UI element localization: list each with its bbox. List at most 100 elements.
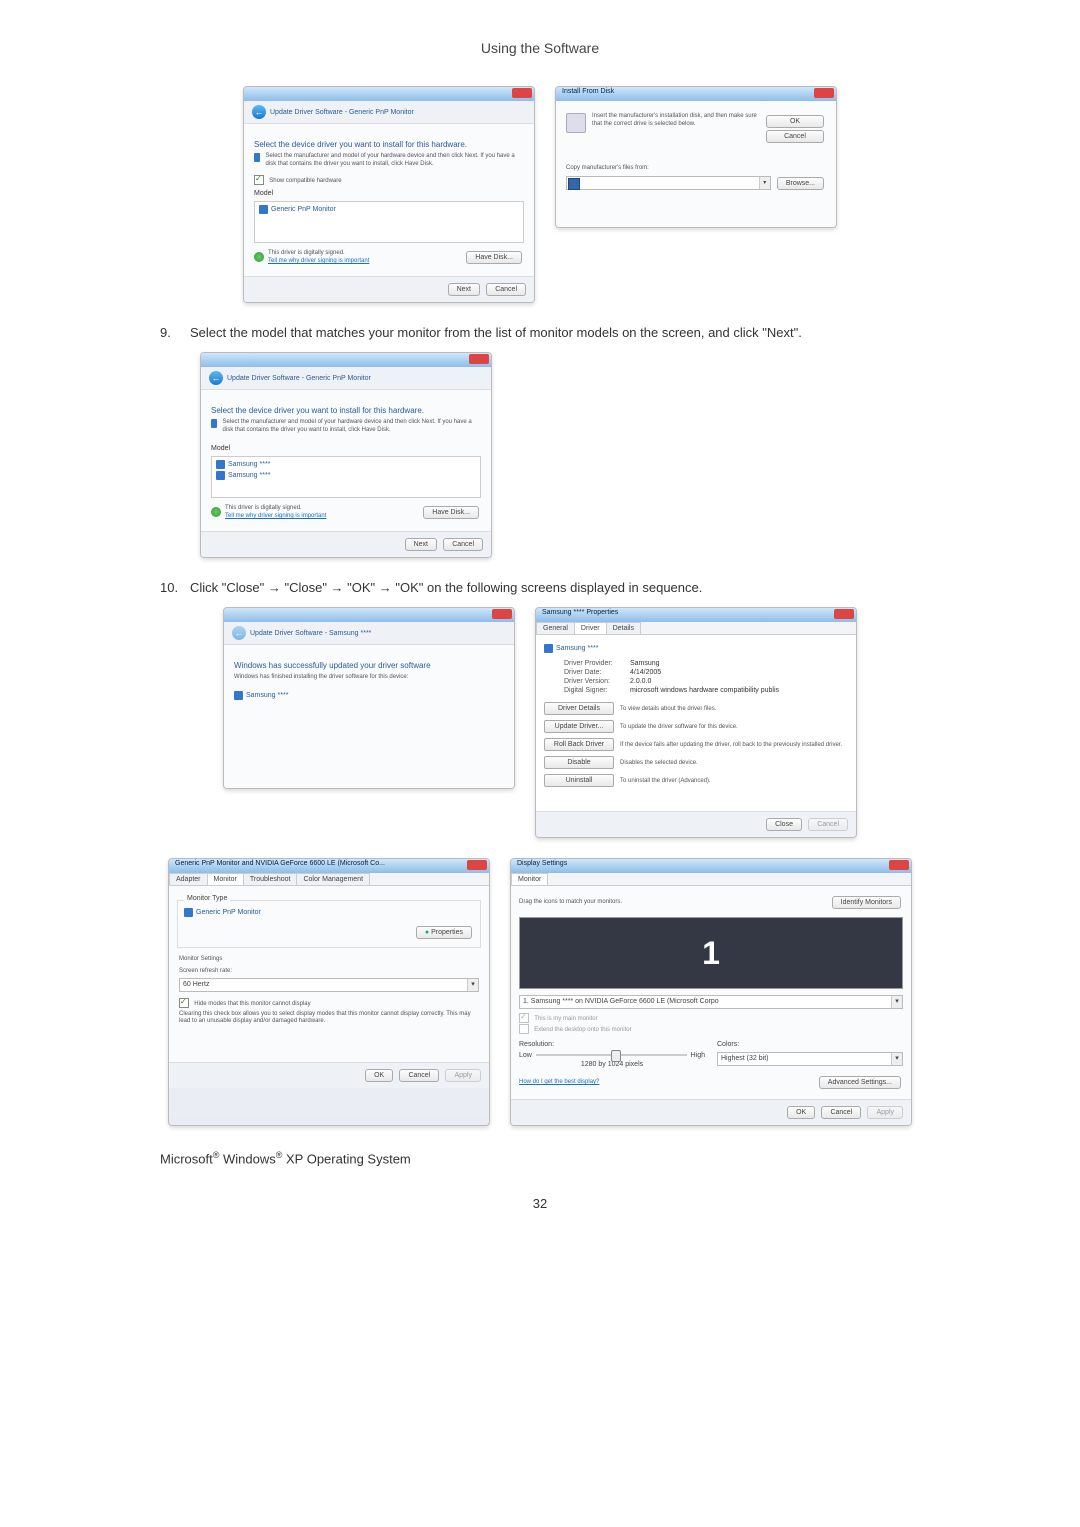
close-button[interactable]: Close — [766, 818, 802, 831]
monitor-preview[interactable]: 1 — [519, 917, 903, 989]
group-title: Monitor Type — [184, 895, 230, 902]
next-button[interactable]: Next — [448, 283, 480, 296]
have-disk-button[interactable]: Have Disk... — [423, 506, 479, 519]
dropdown-icon[interactable]: ▾ — [891, 996, 902, 1008]
cancel-button[interactable]: Cancel — [766, 130, 824, 143]
browse-button[interactable]: Browse... — [777, 177, 824, 190]
resolution-slider[interactable] — [536, 1054, 687, 1056]
slider-thumb[interactable] — [611, 1050, 621, 1062]
back-icon[interactable]: ← — [252, 105, 266, 119]
best-display-link[interactable]: How do I get the best display? — [519, 1079, 599, 1085]
disable-button[interactable]: Disable — [544, 756, 614, 769]
monitor-icon — [544, 644, 553, 653]
titlebar — [224, 608, 514, 622]
dropdown-icon[interactable]: ▾ — [759, 177, 770, 189]
device-row: Samsung **** — [544, 643, 848, 654]
monitor-icon — [234, 691, 243, 700]
compatible-checkbox[interactable] — [254, 175, 264, 185]
tab-adapter[interactable]: Adapter — [169, 873, 208, 885]
ok-button[interactable]: OK — [365, 1069, 393, 1082]
model-list[interactable]: Generic PnP Monitor — [254, 201, 524, 243]
tab-troubleshoot[interactable]: Troubleshoot — [243, 873, 298, 885]
screenshot-row-1: ← Update Driver Software - Generic PnP M… — [60, 86, 1020, 303]
page-number: 32 — [60, 1196, 1020, 1211]
monitor-icon — [216, 460, 225, 469]
screenshot-row-2: ← Update Driver Software - Generic PnP M… — [200, 352, 1020, 558]
close-icon[interactable] — [834, 609, 854, 619]
refresh-label: Screen refresh rate: — [179, 968, 479, 976]
identify-button[interactable]: Identify Monitors — [832, 896, 901, 909]
cancel-button[interactable]: Cancel — [486, 283, 526, 296]
apply-button: Apply — [445, 1069, 481, 1082]
titlebar — [201, 353, 491, 367]
step-text: Select the model that matches your monit… — [190, 323, 1020, 343]
signed-text: This driver is digitally signed. — [268, 250, 369, 258]
model-list[interactable]: Samsung **** Samsung **** — [211, 456, 481, 498]
resolution-label: Resolution: — [519, 1041, 705, 1048]
hint-text: Select the manufacturer and model of you… — [266, 153, 524, 169]
monitor-select[interactable]: 1. Samsung **** on NVIDIA GeForce 6600 L… — [519, 995, 903, 1009]
dropdown-icon[interactable]: ▾ — [891, 1053, 902, 1065]
tab-monitor[interactable]: Monitor — [511, 873, 548, 885]
signed-text: This driver is digitally signed. — [225, 505, 326, 513]
titlebar: Generic PnP Monitor and NVIDIA GeForce 6… — [169, 859, 489, 873]
back-icon[interactable]: ← — [209, 371, 223, 385]
update-driver-button[interactable]: Update Driver... — [544, 720, 614, 733]
window-title: Samsung **** Properties — [542, 609, 618, 616]
btn-desc: If the device fails after updating the d… — [620, 742, 848, 748]
hide-modes-checkbox[interactable] — [179, 998, 189, 1008]
tab-general[interactable]: General — [536, 622, 575, 634]
titlebar: Samsung **** Properties — [536, 608, 856, 622]
close-icon[interactable] — [889, 860, 909, 870]
compatible-label: Show compatible hardware — [269, 178, 341, 184]
close-icon[interactable] — [492, 609, 512, 619]
cancel-button[interactable]: Cancel — [399, 1069, 439, 1082]
shield-icon — [254, 252, 264, 262]
dropdown-icon[interactable]: ▾ — [467, 979, 478, 991]
colors-select[interactable]: Highest (32 bit)▾ — [717, 1052, 903, 1066]
cancel-button[interactable]: Cancel — [821, 1106, 861, 1119]
tab-color[interactable]: Color Management — [296, 873, 370, 885]
tab-monitor[interactable]: Monitor — [207, 873, 244, 885]
ok-button[interactable]: OK — [787, 1106, 815, 1119]
have-disk-button[interactable]: Have Disk... — [466, 251, 522, 264]
step-text: Click "Close" → "Close" → "OK" → "OK" on… — [190, 578, 1020, 598]
model-item[interactable]: Samsung **** — [216, 459, 476, 470]
settings-title: Monitor Settings — [179, 956, 479, 964]
signing-link[interactable]: Tell me why driver signing is important — [225, 513, 326, 519]
tab-details[interactable]: Details — [606, 622, 641, 634]
monitor-settings-group: Monitor Settings Screen refresh rate: 60… — [177, 954, 481, 1028]
main-monitor-checkbox — [519, 1013, 529, 1023]
dialog-title: Select the device driver you want to ins… — [254, 140, 524, 149]
close-icon[interactable] — [467, 860, 487, 870]
hint-text: Select the manufacturer and model of you… — [223, 419, 481, 435]
dialog-select-driver-1: ← Update Driver Software - Generic PnP M… — [243, 86, 535, 303]
properties-button[interactable]: ● Properties — [416, 926, 472, 939]
drag-label: Drag the icons to match your monitors. — [519, 899, 622, 907]
tab-driver[interactable]: Driver — [574, 622, 607, 634]
uninstall-button[interactable]: Uninstall — [544, 774, 614, 787]
rollback-button[interactable]: Roll Back Driver — [544, 738, 614, 751]
floppy-icon — [568, 178, 580, 190]
prop-key: Driver Date: — [564, 669, 624, 676]
ok-button[interactable]: OK — [766, 115, 824, 128]
refresh-select[interactable]: 60 Hertz▾ — [179, 978, 479, 992]
next-button[interactable]: Next — [405, 538, 437, 551]
model-item[interactable]: Generic PnP Monitor — [259, 204, 519, 215]
os-heading: Microsoft® Windows® XP Operating System — [160, 1150, 1020, 1166]
close-icon[interactable] — [469, 354, 489, 364]
close-icon[interactable] — [512, 88, 532, 98]
dialog-update-success: ← Update Driver Software - Samsung **** … — [223, 607, 515, 789]
step-10: 10. Click "Close" → "Close" → "OK" → "OK… — [160, 578, 1020, 598]
titlebar — [244, 87, 534, 101]
close-icon[interactable] — [814, 88, 834, 98]
path-input[interactable]: ▾ — [566, 176, 771, 190]
model-item[interactable]: Samsung **** — [216, 470, 476, 481]
window-title: Display Settings — [517, 860, 567, 867]
cancel-button[interactable]: Cancel — [443, 538, 483, 551]
signing-link[interactable]: Tell me why driver signing is important — [268, 258, 369, 264]
driver-details-button[interactable]: Driver Details — [544, 702, 614, 715]
hide-desc: Clearing this check box allows you to se… — [179, 1011, 479, 1027]
advanced-settings-button[interactable]: Advanced Settings... — [819, 1076, 901, 1089]
btn-desc: To uninstall the driver (Advanced). — [620, 778, 848, 784]
